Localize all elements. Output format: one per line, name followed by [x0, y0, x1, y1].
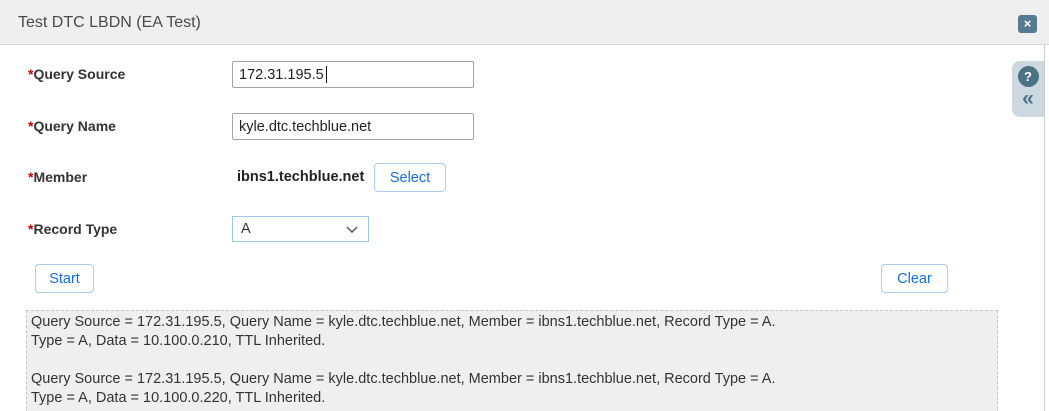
- record-type-label: *Record Type: [28, 221, 118, 237]
- record-type-selected-value: A: [241, 221, 251, 237]
- chevron-down-icon: [346, 226, 358, 234]
- text-cursor: [326, 66, 327, 83]
- query-source-label: *Query Source: [28, 66, 126, 82]
- record-type-select[interactable]: A: [232, 216, 369, 242]
- content-right-border: [1044, 45, 1045, 411]
- help-icon[interactable]: ?: [1017, 66, 1039, 87]
- query-source-input[interactable]: [232, 61, 474, 88]
- clear-button[interactable]: Clear: [881, 264, 948, 293]
- select-member-button[interactable]: Select: [374, 163, 446, 192]
- test-results-output: Query Source = 172.31.195.5, Query Name …: [26, 310, 998, 411]
- query-name-input[interactable]: [232, 113, 474, 140]
- dialog-titlebar: Test DTC LBDN (EA Test) ×: [0, 0, 1049, 45]
- result-block: Query Source = 172.31.195.5, Query Name …: [31, 371, 776, 406]
- close-icon[interactable]: ×: [1018, 15, 1037, 33]
- query-name-label: *Query Name: [28, 118, 116, 134]
- result-block: Query Source = 172.31.195.5, Query Name …: [31, 314, 776, 349]
- collapse-left-icon[interactable]: «: [1022, 87, 1034, 111]
- dialog-title: Test DTC LBDN (EA Test): [18, 14, 201, 31]
- member-value: ibns1.techblue.net: [237, 169, 365, 185]
- help-side-panel: ? «: [1012, 61, 1044, 117]
- start-button[interactable]: Start: [35, 264, 94, 293]
- member-label: *Member: [28, 169, 88, 185]
- test-dtc-lbdn-dialog: Test DTC LBDN (EA Test) × ? « *Query Sou…: [0, 0, 1049, 411]
